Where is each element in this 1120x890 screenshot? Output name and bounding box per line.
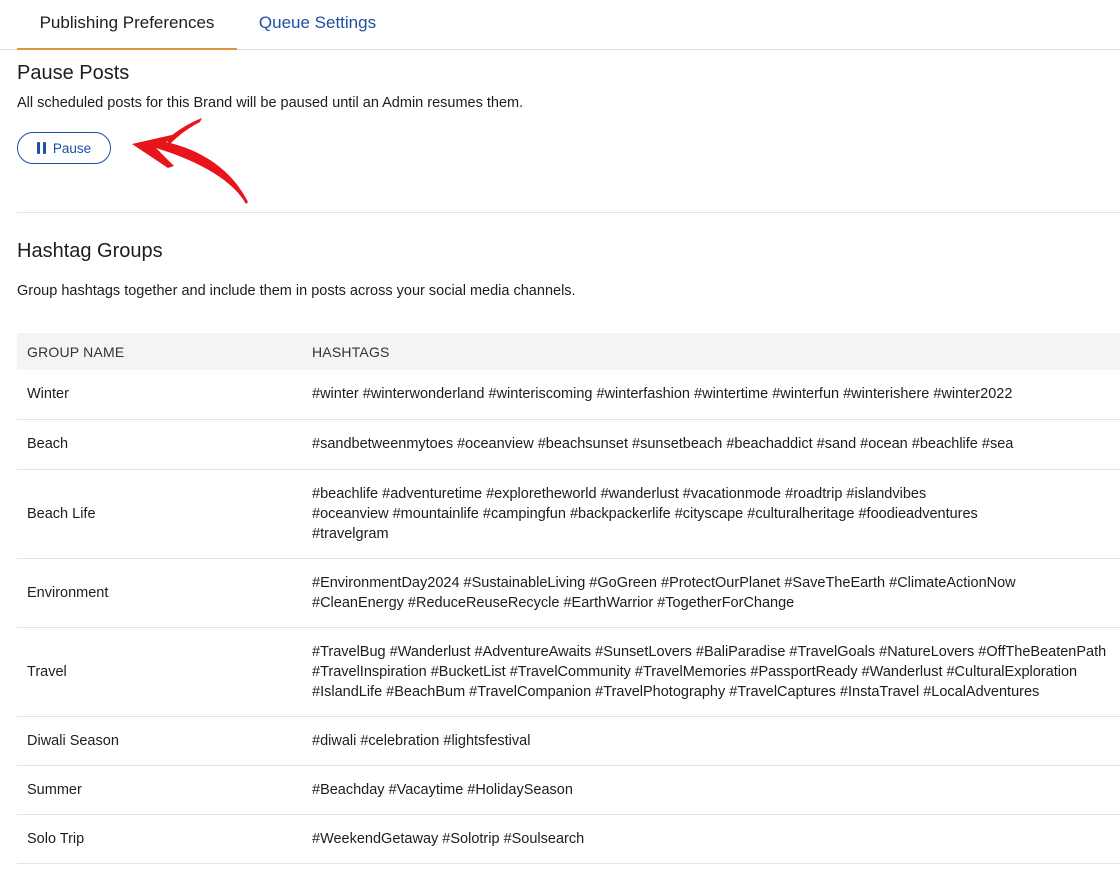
hashtags-cell: #TravelBug #Wanderlust #AdventureAwaits … <box>312 627 1120 717</box>
column-header-group-name: GROUP NAME <box>27 343 125 360</box>
pause-button-label: Pause <box>52 140 92 156</box>
group-name-cell: Diwali Season <box>17 716 312 766</box>
tab-bar: Publishing Preferences Queue Settings <box>0 0 1120 50</box>
group-name-cell: Beach <box>17 419 312 470</box>
hashtags-cell: #WeekendGetaway #Solotrip #Soulsearch <box>312 814 1120 864</box>
table-row[interactable]: Winter #winter #winterwonderland #winter… <box>17 370 1120 420</box>
table-row[interactable]: Beach Life #beachlife #adventuretime #ex… <box>17 469 1120 559</box>
hashtags-cell: #beachlife #adventuretime #explorethewor… <box>312 469 1120 559</box>
hashtags-cell: #EnvironmentDay2024 #SustainableLiving #… <box>312 558 1120 628</box>
pause-button[interactable]: Pause <box>17 132 111 164</box>
table-row[interactable]: Environment #EnvironmentDay2024 #Sustain… <box>17 558 1120 628</box>
tab-queue-settings[interactable]: Queue Settings <box>240 0 395 50</box>
hashtags-cell: #sandbetweenmytoes #oceanview #beachsuns… <box>312 419 1120 470</box>
hashtag-groups-title: Hashtag Groups <box>17 240 163 262</box>
hashtag-groups-description: Group hashtags together and include them… <box>17 283 576 299</box>
table-row[interactable]: Solo Trip #WeekendGetaway #Solotrip #Sou… <box>17 814 1120 864</box>
group-name-cell: Environment <box>17 558 312 628</box>
red-arrow-icon <box>132 118 248 204</box>
hashtags-cell: #diwali #celebration #lightsfestival <box>312 716 1120 766</box>
table-header-row: GROUP NAME HASHTAGS <box>17 333 1120 370</box>
tab-publishing-preferences[interactable]: Publishing Preferences <box>17 0 237 50</box>
hashtags-cell: #Beachday #Vacaytime #HolidaySeason <box>312 765 1120 815</box>
group-name-cell: Beach Life <box>17 469 312 559</box>
table-row[interactable]: Diwali Season #diwali #celebration #ligh… <box>17 716 1120 766</box>
pause-icon <box>36 142 46 154</box>
group-name-cell: Winter <box>17 370 312 420</box>
table-row[interactable]: Travel #TravelBug #Wanderlust #Adventure… <box>17 627 1120 717</box>
column-header-hashtags: HASHTAGS <box>312 343 390 360</box>
pause-posts-title: Pause Posts <box>17 62 130 84</box>
table-row[interactable]: Summer #Beachday #Vacaytime #HolidaySeas… <box>17 765 1120 815</box>
section-divider <box>17 212 1120 213</box>
table-row[interactable]: Beach #sandbetweenmytoes #oceanview #bea… <box>17 419 1120 470</box>
group-name-cell: Solo Trip <box>17 814 312 864</box>
pause-posts-description: All scheduled posts for this Brand will … <box>17 95 524 111</box>
hashtag-groups-table: GROUP NAME HASHTAGS Winter #winter #wint… <box>17 333 1120 864</box>
group-name-cell: Travel <box>17 627 312 717</box>
hashtags-cell: #winter #winterwonderland #winteriscomin… <box>312 370 1120 420</box>
group-name-cell: Summer <box>17 765 312 815</box>
